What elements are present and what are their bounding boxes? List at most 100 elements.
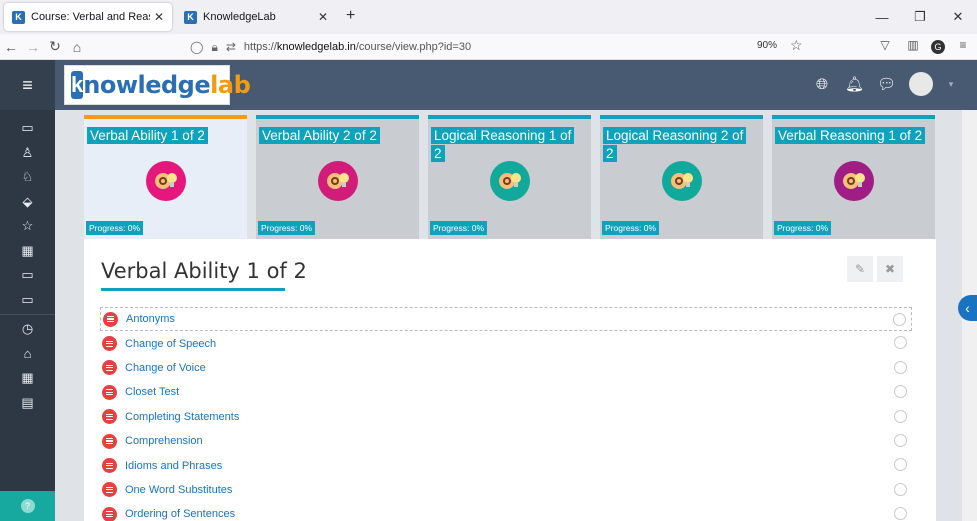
list-item[interactable]: One Word Substitutes xyxy=(100,478,912,502)
topic-link[interactable]: Ordering of Sentences xyxy=(125,508,235,520)
progress-label: Progress: 0% xyxy=(774,221,832,235)
topic-link[interactable]: Change of Voice xyxy=(125,362,206,374)
bookmark-star-icon[interactable]: ☆ xyxy=(790,37,803,54)
page-list-icon xyxy=(102,458,117,474)
reload-icon[interactable]: ↻ xyxy=(44,38,66,55)
completion-checkbox[interactable] xyxy=(894,409,907,423)
site-home-icon[interactable]: ⌂ xyxy=(0,342,55,367)
badges-icon[interactable]: ♘ xyxy=(0,165,55,190)
topic-list: Antonyms Change of Speech Change of Voic… xyxy=(100,307,912,521)
close-window-icon[interactable]: ✕ xyxy=(939,9,977,25)
course-card-title: Verbal Ability 2 of 2 xyxy=(259,127,380,145)
list-item[interactable]: Antonyms xyxy=(100,307,912,332)
notification-bell-icon[interactable]: 🔔︎ xyxy=(845,75,864,93)
completion-checkbox[interactable] xyxy=(894,433,907,447)
folder-icon[interactable]: ▭ xyxy=(0,288,55,313)
lock-icon[interactable]: 🔒︎ xyxy=(211,40,217,55)
course-content: Verbal Ability 1 of 2 Progress: 0% Verba… xyxy=(55,110,977,521)
list-item[interactable]: Ordering of Sentences xyxy=(100,502,912,521)
zoom-level[interactable]: 90% xyxy=(757,40,777,51)
reader-view-icon[interactable]: ▥ xyxy=(903,38,923,56)
shield-icon[interactable]: ◯ xyxy=(190,40,203,54)
k-logo-favicon-icon: K xyxy=(184,10,197,24)
language-globe-icon[interactable]: 🌐︎ xyxy=(813,76,831,93)
list-item[interactable]: Comprehension xyxy=(100,429,912,453)
tab-title: Course: Verbal and Reasoning P xyxy=(31,11,150,23)
brain-gear-icon xyxy=(146,161,186,201)
folder-icon[interactable]: ▭ xyxy=(0,263,55,288)
account-icon[interactable]: G xyxy=(931,40,945,54)
grades-star-icon[interactable]: ☆ xyxy=(0,214,55,239)
header-icons: 🌐︎ 🔔︎ 💬︎ ▾ xyxy=(813,72,955,96)
new-tab-button[interactable]: + xyxy=(346,7,355,25)
close-tab-icon[interactable]: ✕ xyxy=(154,10,164,24)
user-avatar[interactable] xyxy=(909,72,933,96)
topic-link[interactable]: One Word Substitutes xyxy=(125,484,232,496)
forward-arrow-icon[interactable]: → xyxy=(22,39,44,55)
private-files-icon[interactable]: ▤ xyxy=(0,391,55,416)
course-card[interactable]: Logical Reasoning 2 of 2 Progress: 0% xyxy=(600,115,763,239)
help-button[interactable]: ? xyxy=(0,491,55,521)
logo-text: nowledgelab xyxy=(83,71,251,99)
chevron-left-icon[interactable]: ‹ xyxy=(958,295,977,321)
hamburger-menu-icon[interactable]: ≡ xyxy=(0,60,55,110)
restore-icon[interactable]: ❐ xyxy=(901,9,939,25)
brain-gear-icon xyxy=(662,161,702,201)
list-item[interactable]: Closet Test xyxy=(100,380,912,404)
url-text[interactable]: https://knowledgelab.in/course/view.php?… xyxy=(244,41,471,53)
completion-checkbox[interactable] xyxy=(894,458,907,472)
topic-link[interactable]: Change of Speech xyxy=(125,338,216,350)
permissions-icon[interactable]: ⇄ xyxy=(226,40,236,54)
participants-icon[interactable]: ♙ xyxy=(0,141,55,166)
course-card[interactable]: Verbal Ability 1 of 2 Progress: 0% xyxy=(84,115,247,239)
list-item[interactable]: Change of Voice xyxy=(100,356,912,380)
chevron-down-icon[interactable]: ▾ xyxy=(947,79,955,90)
close-section-button[interactable]: ✖ xyxy=(877,256,903,282)
completion-checkbox[interactable] xyxy=(894,482,907,496)
calendar-icon[interactable]: ▦ xyxy=(0,366,55,391)
browser-tab-knowledgelab[interactable]: K KnowledgeLab ✕ xyxy=(176,3,336,31)
completion-checkbox[interactable] xyxy=(894,507,907,521)
section-title: Verbal Ability 1 of 2 xyxy=(101,259,307,283)
topic-link[interactable]: Antonyms xyxy=(126,313,175,325)
course-card[interactable]: Verbal Reasoning 1 of 2 Progress: 0% xyxy=(772,115,935,239)
knowledgelab-logo[interactable]: k nowledgelab xyxy=(64,65,251,105)
course-card-title: Verbal Ability 1 of 2 xyxy=(87,127,208,145)
title-underline xyxy=(101,288,285,291)
completion-checkbox[interactable] xyxy=(893,313,906,326)
topic-link[interactable]: Comprehension xyxy=(125,435,203,447)
close-tab-icon[interactable]: ✕ xyxy=(318,10,328,24)
completion-checkbox[interactable] xyxy=(894,360,907,374)
course-card[interactable]: Verbal Ability 2 of 2 Progress: 0% xyxy=(256,115,419,239)
window-controls: — ❐ ✕ xyxy=(863,0,977,34)
completion-checkbox[interactable] xyxy=(894,385,907,399)
course-cards-row: Verbal Ability 1 of 2 Progress: 0% Verba… xyxy=(84,115,935,239)
completion-checkbox[interactable] xyxy=(894,336,907,350)
list-item[interactable]: Idioms and Phrases xyxy=(100,453,912,477)
book-icon[interactable]: ▦ xyxy=(0,239,55,264)
list-item[interactable]: Change of Speech xyxy=(100,331,912,355)
section-panel: Verbal Ability 1 of 2 ✎ ✖ Antonyms Chang… xyxy=(84,239,936,521)
drawer-divider xyxy=(0,314,55,315)
back-arrow-icon[interactable]: ← xyxy=(0,39,22,55)
url-bar[interactable]: ◯ 🔒︎ ⇄ https://knowledgelab.in/course/vi… xyxy=(190,37,810,57)
course-card[interactable]: Logical Reasoning 1 of 2 Progress: 0% xyxy=(428,115,591,239)
list-item[interactable]: Completing Statements xyxy=(100,405,912,429)
folder-icon[interactable]: ▭ xyxy=(0,116,55,141)
page-list-icon xyxy=(102,506,117,521)
competencies-icon[interactable]: ⬙ xyxy=(0,190,55,215)
browser-tab-course[interactable]: K Course: Verbal and Reasoning P ✕ xyxy=(4,3,172,31)
progress-label: Progress: 0% xyxy=(602,221,660,235)
topic-link[interactable]: Idioms and Phrases xyxy=(125,460,222,472)
topic-link[interactable]: Completing Statements xyxy=(125,411,239,423)
browser-tab-strip: K Course: Verbal and Reasoning P ✕ K Kno… xyxy=(0,0,977,34)
home-icon[interactable]: ⌂ xyxy=(66,39,88,55)
progress-label: Progress: 0% xyxy=(86,221,144,235)
topic-link[interactable]: Closet Test xyxy=(125,386,179,398)
minimize-icon[interactable]: — xyxy=(863,10,901,25)
dashboard-gauge-icon[interactable]: ◷ xyxy=(0,317,55,342)
menu-icon[interactable]: ≡ xyxy=(953,38,973,56)
messages-bubble-icon[interactable]: 💬︎ xyxy=(877,75,896,93)
pocket-icon[interactable]: ▽ xyxy=(875,38,895,56)
edit-pencil-button[interactable]: ✎ xyxy=(847,256,873,282)
